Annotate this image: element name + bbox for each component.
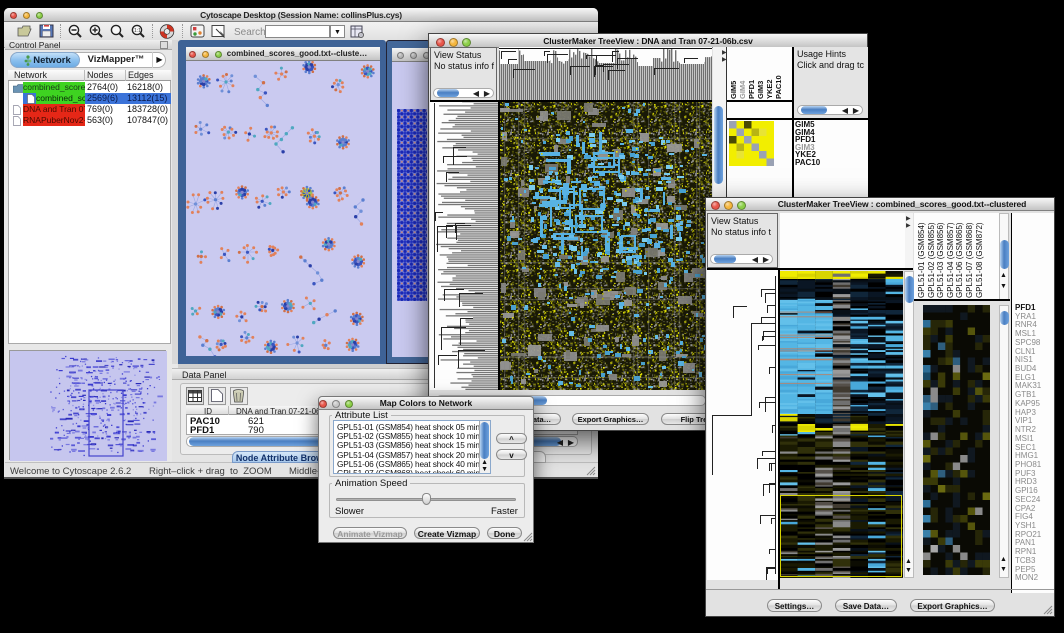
svg-text:1:1: 1:1	[134, 28, 141, 34]
